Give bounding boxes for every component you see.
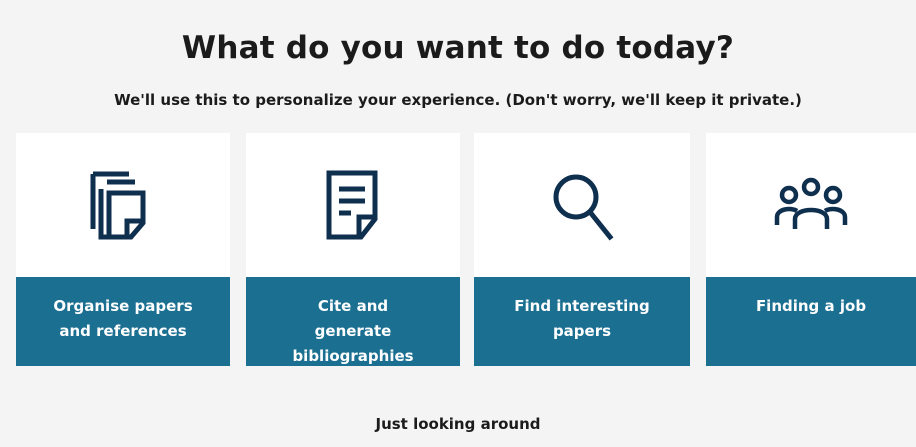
card-label: Find interesting papers	[474, 277, 690, 366]
documents-stack-icon	[90, 171, 146, 240]
card-label: Finding a job	[706, 277, 916, 366]
page-title: What do you want to do today?	[181, 30, 735, 66]
card-finding-job[interactable]: Finding a job	[706, 133, 916, 366]
card-cite-bibliographies[interactable]: Cite and generate bibliographies	[246, 133, 460, 366]
onboarding-page: What do you want to do today? We'll use …	[0, 0, 916, 447]
card-find-papers[interactable]: Find interesting papers	[474, 133, 690, 366]
card-label: Cite and generate bibliographies	[246, 277, 460, 366]
card-label: Organise papers and references	[16, 277, 230, 366]
card-organise-papers[interactable]: Organise papers and references	[16, 133, 230, 366]
search-icon	[553, 174, 614, 241]
option-cards: Organise papers and references Cite and …	[16, 133, 916, 366]
page-subtitle: We'll use this to personalize your exper…	[114, 91, 802, 109]
just-looking-link[interactable]: Just looking around	[0, 415, 916, 433]
people-icon	[774, 177, 848, 229]
document-lines-icon	[326, 170, 378, 240]
